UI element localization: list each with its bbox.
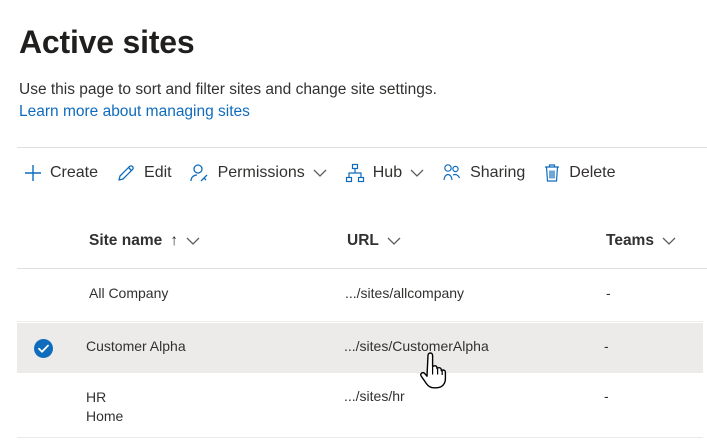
create-label: Create <box>50 164 99 181</box>
column-header-site-name[interactable]: Site name ↑ <box>89 232 200 250</box>
site-name-cell[interactable]: All Company <box>89 285 168 301</box>
column-url-label: URL <box>347 232 379 249</box>
people-share-icon <box>443 164 461 181</box>
table-row[interactable]: Customer Alpha .../sites/CustomerAlpha - <box>17 323 703 373</box>
hub-label: Hub <box>372 164 403 181</box>
table-row[interactable]: All Company .../sites/allcompany - <box>17 269 703 322</box>
chevron-down-icon <box>186 237 200 245</box>
edit-label: Edit <box>144 164 172 181</box>
checkmark-circle-icon[interactable] <box>34 339 53 358</box>
delete-label: Delete <box>569 164 616 181</box>
hub-icon <box>345 163 364 183</box>
site-name-line: Home <box>86 408 124 424</box>
teams-cell: - <box>606 285 611 301</box>
table-row[interactable]: HR Home .../sites/hr - <box>17 373 703 438</box>
plus-icon <box>25 165 41 181</box>
sort-ascending-icon: ↑ <box>170 232 178 249</box>
pencil-icon <box>118 165 134 181</box>
page-description: Use this page to sort and filter sites a… <box>19 81 437 98</box>
toolbar-divider <box>17 147 707 148</box>
chevron-down-icon <box>662 237 676 245</box>
column-header-teams[interactable]: Teams <box>606 232 676 250</box>
hand-pointer-cursor-icon <box>420 352 447 389</box>
hub-button[interactable]: Hub <box>345 163 424 183</box>
teams-cell: - <box>604 388 609 404</box>
learn-more-link[interactable]: Learn more about managing sites <box>19 103 250 121</box>
delete-button[interactable]: Delete <box>543 163 616 183</box>
teams-cell: - <box>604 338 609 354</box>
url-cell: .../sites/allcompany <box>345 285 465 301</box>
url-cell: .../sites/CustomerAlpha <box>344 338 489 354</box>
chevron-down-icon <box>410 169 424 177</box>
command-bar: Create Edit Permissions Hub Sharing Dele… <box>24 159 634 187</box>
create-button[interactable]: Create <box>24 164 98 182</box>
column-teams-label: Teams <box>606 232 654 249</box>
chevron-down-icon <box>387 237 401 245</box>
page-title: Active sites <box>19 24 195 60</box>
trash-icon <box>545 164 560 182</box>
site-name-cell[interactable]: Customer Alpha <box>86 338 186 354</box>
column-site-name-label: Site name <box>89 232 163 249</box>
sharing-label: Sharing <box>470 164 526 181</box>
chevron-down-icon <box>313 169 327 177</box>
permissions-button[interactable]: Permissions <box>189 163 327 183</box>
column-header-url[interactable]: URL <box>347 232 401 250</box>
permissions-label: Permissions <box>217 164 305 181</box>
site-name-cell[interactable]: HR Home <box>86 388 123 426</box>
site-name-line: HR <box>86 389 107 405</box>
sharing-button[interactable]: Sharing <box>442 163 525 183</box>
url-cell: .../sites/hr <box>344 388 405 404</box>
person-key-icon <box>189 164 208 182</box>
edit-button[interactable]: Edit <box>116 163 172 183</box>
